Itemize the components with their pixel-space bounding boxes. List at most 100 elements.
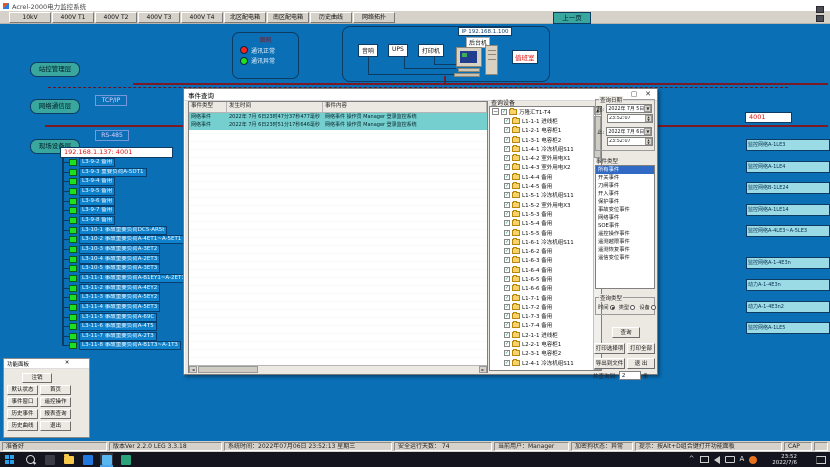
- clock[interactable]: 23:52 2022/7/6: [772, 454, 797, 466]
- device-row[interactable]: L3-9-8 备用: [62, 216, 196, 226]
- logout-button[interactable]: 注销: [22, 373, 52, 383]
- checkbox-checked-icon[interactable]: ✓: [504, 322, 510, 328]
- event-type-option[interactable]: 保护事件: [596, 198, 654, 206]
- top-tab[interactable]: 400V T3: [138, 12, 180, 23]
- checkbox-checked-icon[interactable]: ✓: [504, 192, 510, 198]
- taskbar-active-app-icon[interactable]: [100, 453, 113, 466]
- checkbox-checked-icon[interactable]: ✓: [504, 257, 510, 263]
- tree-item[interactable]: ✓ L1-4-5 备用: [490, 181, 601, 190]
- tree-item[interactable]: ✓ L1-7-4 备用: [490, 321, 601, 330]
- checkbox-checked-icon[interactable]: ✓: [504, 155, 510, 161]
- taskbar-app-icon[interactable]: [81, 453, 94, 466]
- scroll-right-icon[interactable]: ►: [479, 366, 487, 373]
- default-state-button[interactable]: 默认状态: [7, 385, 38, 395]
- network-node-box[interactable]: 监控网络A-1-4E3n: [746, 257, 830, 269]
- exit-button[interactable]: 退出: [40, 421, 71, 431]
- tree-item[interactable]: ✓ L1-4-2 室外用电X1: [490, 153, 601, 162]
- maximize-icon[interactable]: ▢: [627, 90, 641, 100]
- tree-item[interactable]: ✓ L2-1-1 进线柜: [490, 330, 601, 339]
- network-node-box[interactable]: 监控网络A-1LE3: [746, 139, 830, 151]
- tree-item[interactable]: ✓ L1-7-3 备用: [490, 312, 601, 321]
- event-window-button[interactable]: 事件窗口: [7, 397, 38, 407]
- tree-root-row[interactable]: − ✓ 万隆汇T1-T4: [490, 107, 601, 116]
- checkbox-checked-icon[interactable]: ✓: [504, 174, 510, 180]
- checkbox-checked-icon[interactable]: ✓: [504, 183, 510, 189]
- event-type-listbox[interactable]: 所有事件开关事件刀闸事件开入事件保护事件事故变位事件网络事件SOE事件遥控操作事…: [595, 165, 655, 289]
- tree-item[interactable]: ✓ L1-6-3 备用: [490, 256, 601, 265]
- network-node-box[interactable]: 监控网络A-1LE5: [746, 322, 830, 334]
- tree-item[interactable]: ✓ L1-5-4 备用: [490, 219, 601, 228]
- top-tab[interactable]: 网络拓扑: [353, 12, 395, 23]
- network-icon[interactable]: [700, 456, 709, 463]
- event-type-option[interactable]: 遥测恢复事件: [596, 246, 654, 254]
- top-tab[interactable]: 10kV: [9, 12, 51, 23]
- export-button[interactable]: 导出到文件: [594, 358, 625, 369]
- device-row[interactable]: L3-9-6 备用: [62, 197, 196, 207]
- checkbox-checked-icon[interactable]: ✓: [504, 350, 510, 356]
- device-row[interactable]: L3-11-1 事故重要负荷A-B1EY1~A-2ET1: [62, 274, 196, 284]
- touch-keyboard-icon[interactable]: [725, 456, 735, 463]
- report-query-button[interactable]: 报表查询: [40, 409, 71, 419]
- checkbox-checked-icon[interactable]: ✓: [504, 341, 510, 347]
- event-type-option[interactable]: 刀闸事件: [596, 182, 654, 190]
- column-header[interactable]: 发生时间: [227, 102, 323, 112]
- checkbox-checked-icon[interactable]: ✓: [504, 118, 510, 124]
- checkbox-checked-icon[interactable]: ✓: [504, 248, 510, 254]
- tree-item[interactable]: ✓ L2-4-1 冷冻机组S11: [490, 358, 601, 367]
- remote-control-button[interactable]: 遥控操作: [40, 397, 71, 407]
- spinner-icon[interactable]: ▲▼: [645, 115, 652, 122]
- horizontal-scrollbar[interactable]: ◄ ►: [189, 365, 487, 373]
- network-node-box[interactable]: 动力A-1-4E3n2: [746, 301, 830, 313]
- device-row[interactable]: L3-11-5 事故重要负荷A-69C: [62, 313, 196, 323]
- tree-item[interactable]: ✓ L1-7-2 备用: [490, 302, 601, 311]
- dialog-titlebar[interactable]: 事件查询 ▢ ✕: [184, 89, 657, 101]
- device-row[interactable]: L3-11-4 事故重要负荷A-5ET3: [62, 303, 196, 313]
- checkbox-checked-icon[interactable]: ✓: [504, 220, 510, 226]
- print-all-button[interactable]: 打印全部: [627, 343, 655, 354]
- tree-item[interactable]: ✓ L1-1-1 进线柜: [490, 116, 601, 125]
- notification-center-icon[interactable]: [816, 456, 826, 464]
- device-row[interactable]: L3-9-7 备用: [62, 206, 196, 216]
- event-type-option[interactable]: 开关事件: [596, 174, 654, 182]
- network-node-box[interactable]: 监控网络A-4LE3~A-5LE3: [746, 225, 830, 237]
- device-row[interactable]: L3-9-3 重要负荷A-5DT1: [62, 168, 196, 178]
- device-row[interactable]: L3-10-5 事故重要负荷A-3ET3: [62, 264, 196, 274]
- checkbox-checked-icon[interactable]: ✓: [504, 127, 510, 133]
- network-node-box[interactable]: 动力A-1-4E3n: [746, 279, 830, 291]
- taskbar-app-icon[interactable]: [43, 453, 56, 466]
- scroll-left-icon[interactable]: ◄: [189, 366, 197, 373]
- tree-item[interactable]: ✓ L1-5-3 备用: [490, 209, 601, 218]
- previous-page-button[interactable]: 上一页: [553, 12, 591, 24]
- chevron-down-icon[interactable]: ▼: [644, 128, 651, 135]
- device-row[interactable]: L3-10-1 事故重要负荷DC5-AR5t: [62, 226, 196, 236]
- tree-item[interactable]: ✓ L1-6-5 备用: [490, 274, 601, 283]
- scroll-thumb[interactable]: [198, 366, 258, 373]
- checkbox-checked-icon[interactable]: ✓: [504, 239, 510, 245]
- radio-icon[interactable]: [630, 305, 635, 310]
- checkbox-checked-icon[interactable]: ✓: [504, 230, 510, 236]
- tree-item[interactable]: ✓ L1-6-4 备用: [490, 265, 601, 274]
- tree-item[interactable]: ✓ L1-4-3 室外用电X2: [490, 163, 601, 172]
- close-icon[interactable]: ✕: [47, 359, 87, 369]
- device-row[interactable]: L3-9-4 备用: [62, 177, 196, 187]
- tree-item[interactable]: ✓ L1-6-6 备用: [490, 284, 601, 293]
- checkbox-checked-icon[interactable]: ✓: [504, 146, 510, 152]
- home-button[interactable]: 首页: [40, 385, 71, 395]
- network-node-box[interactable]: 监控网络A-1LE14: [746, 204, 830, 216]
- event-type-option[interactable]: 网络事件: [596, 214, 654, 222]
- tree-item[interactable]: ✓ L1-4-1 冷冻机组S11: [490, 144, 601, 153]
- tray-app-icon[interactable]: [749, 456, 757, 464]
- tree-item[interactable]: ✓ L2-3-1 电容柜2: [490, 349, 601, 358]
- column-header[interactable]: 事件类型: [189, 102, 227, 112]
- to-date-combobox[interactable]: 2022年 7月 6日 ▼: [606, 127, 652, 136]
- network-node-box[interactable]: 监控网络B-1LE24: [746, 182, 830, 194]
- top-tab[interactable]: 历史曲线: [310, 12, 352, 23]
- checkbox-checked-icon[interactable]: ✓: [504, 211, 510, 217]
- event-table-row[interactable]: 网络事件 2022年 7月 6日23时51分17秒646毫秒 网络事件 操作员 …: [189, 121, 487, 129]
- from-date-combobox[interactable]: 2022年 7月 5日 ▼: [606, 104, 652, 113]
- network-node-box[interactable]: 监控网络A-1LE4: [746, 161, 830, 173]
- tree-item[interactable]: ✓ L1-6-2 备用: [490, 246, 601, 255]
- device-row[interactable]: L3-11-3 事故重要负荷A-5EY2: [62, 293, 196, 303]
- history-curve-button[interactable]: 历史曲线: [7, 421, 38, 431]
- event-type-option[interactable]: 所有事件: [596, 166, 654, 174]
